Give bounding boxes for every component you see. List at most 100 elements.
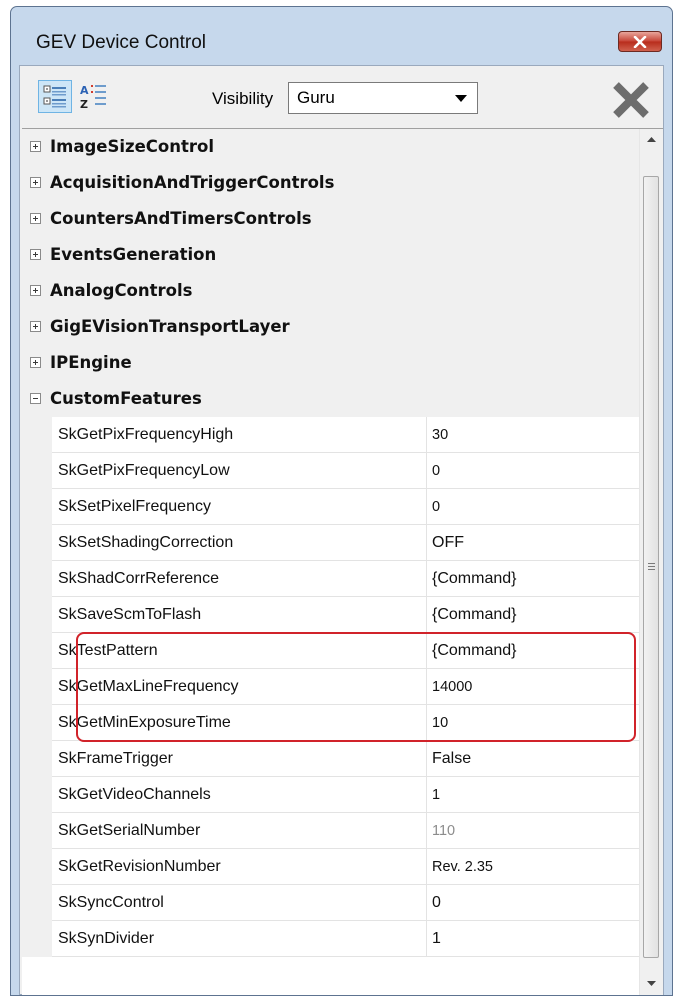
property-value: {Command} bbox=[432, 642, 517, 659]
property-name: SkSetShadingCorrection bbox=[58, 534, 234, 551]
category-label: AnalogControls bbox=[50, 281, 193, 300]
vertical-scrollbar[interactable] bbox=[639, 129, 663, 995]
arrow-up-icon bbox=[647, 137, 656, 142]
property-value-cell[interactable]: 14000 bbox=[427, 669, 640, 705]
property-value: OFF bbox=[432, 534, 464, 551]
property-value-cell[interactable]: 0 bbox=[427, 489, 640, 525]
category-label: IPEngine bbox=[50, 353, 132, 372]
expand-plus-icon[interactable] bbox=[30, 285, 41, 296]
category-customfeatures[interactable]: CustomFeatures bbox=[22, 381, 640, 417]
property-name: SkGetVideoChannels bbox=[58, 786, 211, 803]
expand-plus-icon[interactable] bbox=[30, 357, 41, 368]
category-imagesizecontrol[interactable]: ImageSizeControl bbox=[22, 129, 640, 165]
grip-icon bbox=[648, 563, 655, 572]
property-row[interactable]: SkGetSerialNumber 110 bbox=[22, 813, 640, 849]
categorized-list-icon bbox=[43, 85, 66, 108]
visibility-select[interactable]: Guru bbox=[288, 82, 478, 114]
collapse-minus-icon[interactable] bbox=[30, 393, 41, 404]
category-analogcontrols[interactable]: AnalogControls bbox=[22, 273, 640, 309]
property-row[interactable]: SkGetPixFrequencyLow 0 bbox=[22, 453, 640, 489]
property-name: SkGetPixFrequencyHigh bbox=[58, 426, 234, 443]
property-row[interactable]: SkSyncControl 0 bbox=[22, 885, 640, 921]
property-value: 0 bbox=[432, 499, 441, 515]
property-value-cell[interactable]: 10 bbox=[427, 705, 640, 741]
gev-device-control-window: GEV Device Control A Z Visibility Guru I… bbox=[10, 6, 673, 996]
property-row[interactable]: SkSynDivider 1 bbox=[22, 921, 640, 957]
property-value: 0 bbox=[432, 894, 441, 911]
property-row[interactable]: SkTestPattern {Command} bbox=[22, 633, 640, 669]
expand-plus-icon[interactable] bbox=[30, 177, 41, 188]
chevron-down-icon bbox=[455, 95, 467, 102]
property-name: SkGetMinExposureTime bbox=[58, 714, 231, 731]
property-value-cell[interactable]: 0 bbox=[427, 885, 640, 921]
expand-plus-icon[interactable] bbox=[30, 249, 41, 260]
alphabetical-view-button[interactable]: A Z bbox=[78, 82, 108, 112]
svg-text:A: A bbox=[80, 84, 89, 97]
property-value-cell[interactable]: 30 bbox=[427, 417, 640, 453]
property-value: Rev. 2.35 bbox=[432, 859, 493, 875]
property-value-cell[interactable]: Rev. 2.35 bbox=[427, 849, 640, 885]
property-row[interactable]: SkGetRevisionNumber Rev. 2.35 bbox=[22, 849, 640, 885]
scroll-up-button[interactable] bbox=[640, 129, 662, 151]
property-row[interactable]: SkSaveScmToFlash {Command} bbox=[22, 597, 640, 633]
property-value-cell[interactable]: 1 bbox=[427, 777, 640, 813]
property-value: 10 bbox=[432, 715, 449, 731]
property-name: SkGetMaxLineFrequency bbox=[58, 678, 239, 695]
property-value-cell[interactable]: {Command} bbox=[427, 597, 640, 633]
property-value: False bbox=[432, 750, 472, 767]
expand-plus-icon[interactable] bbox=[30, 321, 41, 332]
visibility-selected-value: Guru bbox=[297, 88, 335, 107]
property-value: {Command} bbox=[432, 570, 517, 587]
property-grid: ImageSizeControl AcquisitionAndTriggerCo… bbox=[22, 128, 663, 995]
property-name: SkSetPixelFrequency bbox=[58, 498, 211, 515]
category-label: ImageSizeControl bbox=[50, 137, 215, 156]
property-row[interactable]: SkFrameTrigger False bbox=[22, 741, 640, 777]
category-label: CustomFeatures bbox=[50, 389, 202, 408]
property-name: SkGetPixFrequencyLow bbox=[58, 462, 230, 479]
property-value-cell[interactable]: {Command} bbox=[427, 633, 640, 669]
property-value: 110 bbox=[432, 823, 456, 839]
sort-alphabetical-icon: A Z bbox=[80, 84, 106, 111]
property-row[interactable]: SkGetPixFrequencyHigh 30 bbox=[22, 417, 640, 453]
property-value-cell[interactable]: {Command} bbox=[427, 561, 640, 597]
scrollbar-thumb[interactable] bbox=[643, 176, 659, 958]
expand-plus-icon[interactable] bbox=[30, 141, 41, 152]
property-name: SkGetRevisionNumber bbox=[58, 858, 221, 875]
property-name: SkFrameTrigger bbox=[58, 750, 173, 767]
property-row[interactable]: SkGetMaxLineFrequency 14000 bbox=[22, 669, 640, 705]
property-value: 30 bbox=[432, 427, 449, 443]
property-row[interactable]: SkSetShadingCorrection OFF bbox=[22, 525, 640, 561]
expand-plus-icon[interactable] bbox=[30, 213, 41, 224]
property-value-cell[interactable]: 110 bbox=[427, 813, 640, 849]
title-bar[interactable]: GEV Device Control bbox=[11, 7, 672, 65]
property-row[interactable]: SkSetPixelFrequency 0 bbox=[22, 489, 640, 525]
property-value: 1 bbox=[432, 930, 441, 947]
arrow-down-icon bbox=[647, 981, 656, 986]
close-icon bbox=[633, 36, 647, 48]
property-row[interactable]: SkShadCorrReference {Command} bbox=[22, 561, 640, 597]
property-name: SkGetSerialNumber bbox=[58, 822, 201, 839]
close-button[interactable] bbox=[618, 31, 662, 52]
property-value: 1 bbox=[432, 787, 441, 803]
property-name: SkShadCorrReference bbox=[58, 570, 219, 587]
category-eventsgeneration[interactable]: EventsGeneration bbox=[22, 237, 640, 273]
property-value-cell[interactable]: 0 bbox=[427, 453, 640, 489]
property-value-cell[interactable]: False bbox=[427, 741, 640, 777]
category-ipengine[interactable]: IPEngine bbox=[22, 345, 640, 381]
visibility-label: Visibility bbox=[212, 89, 274, 108]
property-value-cell[interactable]: OFF bbox=[427, 525, 640, 561]
category-acquisitionandtriggercontrols[interactable]: AcquisitionAndTriggerControls bbox=[22, 165, 640, 201]
property-value-cell[interactable]: 1 bbox=[427, 921, 640, 957]
scroll-down-button[interactable] bbox=[640, 973, 662, 995]
category-countersandtimerscontrols[interactable]: CountersAndTimersControls bbox=[22, 201, 640, 237]
category-gigevisiontransportlayer[interactable]: GigEVisionTransportLayer bbox=[22, 309, 640, 345]
property-name: SkSyncControl bbox=[58, 894, 164, 911]
property-row[interactable]: SkGetMinExposureTime 10 bbox=[22, 705, 640, 741]
category-label: AcquisitionAndTriggerControls bbox=[50, 173, 335, 192]
delete-x-icon bbox=[613, 82, 649, 118]
property-row[interactable]: SkGetVideoChannels 1 bbox=[22, 777, 640, 813]
delete-button[interactable] bbox=[611, 80, 651, 120]
categorized-view-button[interactable] bbox=[38, 80, 72, 113]
category-label: CountersAndTimersControls bbox=[50, 209, 312, 228]
toolbar: A Z Visibility Guru bbox=[20, 66, 663, 128]
